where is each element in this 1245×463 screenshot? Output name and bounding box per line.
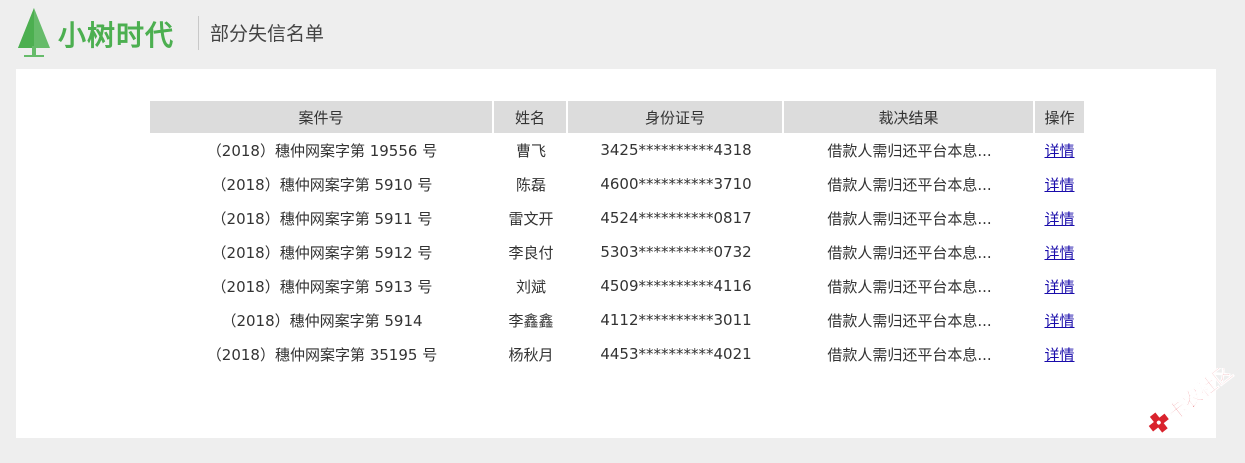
result-cell: 借款人需归还平台本息... [827, 141, 992, 160]
table-header-row: 案件号 姓名 身份证号 裁决结果 操作 [150, 101, 1084, 133]
id-no-cell: 4112**********3011 [600, 311, 752, 329]
case-no-cell: （2018）穗仲网案字第 5911 号 [211, 209, 433, 228]
table-row: （2018）穗仲网案字第 5911 号 雷文开 4524**********08… [150, 201, 1084, 235]
action-cell: 详情 [1035, 133, 1084, 167]
id-no-cell: 4453**********4021 [600, 345, 752, 363]
case-no-cell: （2018）穗仲网案字第 5914 [221, 311, 423, 330]
tree-logo-icon [18, 8, 50, 57]
result-cell: 借款人需归还平台本息... [827, 243, 992, 262]
name-cell: 李鑫鑫 [508, 311, 554, 330]
result-cell: 借款人需归还平台本息... [827, 311, 992, 330]
case-no-cell: （2018）穗仲网案字第 5913 号 [211, 277, 433, 296]
action-cell: 详情 [1035, 303, 1084, 337]
action-cell: 详情 [1035, 235, 1084, 269]
detail-link[interactable]: 详情 [1044, 244, 1074, 262]
result-cell: 借款人需归还平台本息... [827, 209, 992, 228]
case-no-cell: （2018）穗仲网案字第 5912 号 [211, 243, 433, 262]
detail-link[interactable]: 详情 [1044, 142, 1074, 160]
case-no-cell: （2018）穗仲网案字第 19556 号 [206, 141, 438, 160]
detail-link[interactable]: 详情 [1044, 346, 1074, 364]
brand-name[interactable]: 小树时代 [58, 16, 174, 56]
watermark-logo: 卡农社区 [1148, 368, 1238, 433]
blacklist-table: 案件号 姓名 身份证号 裁决结果 操作 （2018）穗仲网案字第 19556 号… [150, 101, 1084, 371]
table-row: （2018）穗仲网案字第 5912 号 李良付 5303**********07… [150, 235, 1084, 269]
action-cell: 详情 [1035, 269, 1084, 303]
detail-link[interactable]: 详情 [1044, 210, 1074, 228]
name-cell: 刘斌 [515, 277, 546, 296]
id-no-cell: 5303**********0732 [600, 243, 752, 261]
result-cell: 借款人需归还平台本息... [827, 175, 992, 194]
watermark-text: 卡农社区 [1163, 368, 1237, 425]
table-row: （2018）穗仲网案字第 5910 号 陈磊 4600**********371… [150, 167, 1084, 201]
action-cell: 详情 [1035, 201, 1084, 235]
page-title: 部分失信名单 [210, 23, 325, 45]
column-header-case-no: 案件号 [150, 101, 494, 133]
column-header-name: 姓名 [494, 101, 568, 133]
table-row: （2018）穗仲网案字第 35195 号 杨秋月 4453**********4… [150, 337, 1084, 371]
name-cell: 雷文开 [508, 209, 554, 228]
table-row: （2018）穗仲网案字第 19556 号 曹飞 3425**********43… [150, 133, 1084, 167]
column-header-action: 操作 [1035, 101, 1084, 133]
name-cell: 陈磊 [515, 175, 546, 194]
action-cell: 详情 [1035, 167, 1084, 201]
name-cell: 李良付 [508, 243, 554, 262]
content-panel: 案件号 姓名 身份证号 裁决结果 操作 （2018）穗仲网案字第 19556 号… [16, 69, 1216, 438]
id-no-cell: 4600**********3710 [600, 175, 752, 193]
detail-link[interactable]: 详情 [1044, 312, 1074, 330]
table-row: （2018）穗仲网案字第 5913 号 刘斌 4509**********411… [150, 269, 1084, 303]
id-no-cell: 3425**********4318 [600, 141, 752, 159]
id-no-cell: 4509**********4116 [600, 277, 752, 295]
result-cell: 借款人需归还平台本息... [827, 277, 992, 296]
action-cell: 详情 [1035, 337, 1084, 371]
detail-link[interactable]: 详情 [1044, 278, 1074, 296]
case-no-cell: （2018）穗仲网案字第 35195 号 [206, 345, 438, 364]
name-cell: 曹飞 [515, 141, 546, 160]
header-divider [198, 16, 199, 50]
column-header-result: 裁决结果 [784, 101, 1035, 133]
detail-link[interactable]: 详情 [1044, 176, 1074, 194]
page-header: 小树时代 部分失信名单 [0, 0, 1245, 70]
id-no-cell: 4524**********0817 [600, 209, 752, 227]
table-row: （2018）穗仲网案字第 5914 李鑫鑫 4112**********3011… [150, 303, 1084, 337]
name-cell: 杨秋月 [508, 345, 554, 364]
case-no-cell: （2018）穗仲网案字第 5910 号 [211, 175, 433, 194]
column-header-id-no: 身份证号 [568, 101, 784, 133]
result-cell: 借款人需归还平台本息... [827, 345, 992, 364]
